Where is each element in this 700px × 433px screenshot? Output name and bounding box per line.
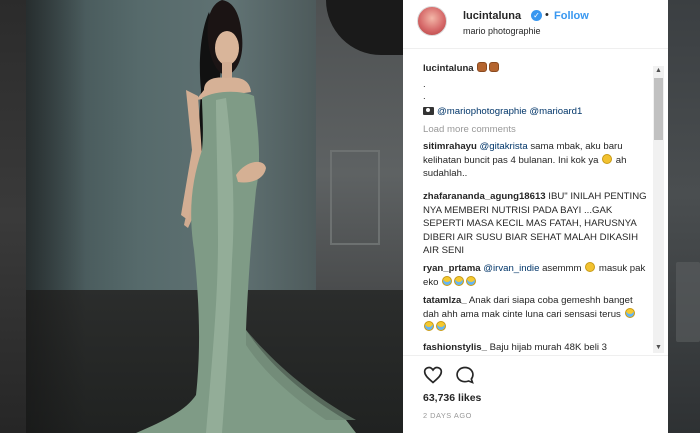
heart-icon[interactable] <box>423 365 443 385</box>
muscle-emoji-icon <box>489 62 500 72</box>
muscle-emoji-icon <box>477 62 488 72</box>
verified-badge-icon: ✓ <box>531 10 542 21</box>
caption-mentions[interactable]: @mariophotographie @marioard1 <box>437 106 582 117</box>
background-right-edge <box>668 0 700 433</box>
comment-text: asemmm <box>539 263 585 274</box>
post-timestamp[interactable]: 2 DAYS AGO <box>423 411 472 420</box>
tears-of-joy-emoji-icon <box>436 321 446 331</box>
tears-of-joy-emoji-icon <box>442 275 453 286</box>
comment-mention[interactable]: @irvan_indie <box>483 263 539 274</box>
grin-emoji-icon <box>585 262 596 272</box>
caption-tags: @mariophotographie @marioard1 <box>423 105 647 119</box>
tears-of-joy-emoji-icon <box>454 275 465 286</box>
follow-button[interactable]: Follow <box>554 10 589 22</box>
post-photo[interactable] <box>26 0 403 433</box>
comment-username[interactable]: tatamlza_ <box>423 295 467 306</box>
caption-dot: . <box>423 91 426 102</box>
comment-text: Baju hijab murah 48K beli 3 <box>486 342 607 353</box>
header-separator: • <box>545 9 549 21</box>
caption-username[interactable]: lucintaluna <box>423 63 474 74</box>
comment-username[interactable]: sitimrahayu <box>423 141 477 152</box>
comments-scrollbar[interactable]: ▲ ▼ <box>653 66 664 353</box>
list-item: tatamlza_ Anak dari siapa coba gemeshh b… <box>423 294 647 335</box>
scroll-down-icon[interactable]: ▼ <box>653 343 664 353</box>
comment-username[interactable]: fashionstylis_ <box>423 342 487 353</box>
comment-mention[interactable]: @gitakrista <box>480 141 528 152</box>
scrollbar-thumb[interactable] <box>654 78 663 140</box>
comment-username[interactable]: zhafarananda_agung18613 <box>423 191 546 202</box>
post-panel: lucintaluna ✓ • Follow mario photographi… <box>403 0 668 433</box>
comment-icon[interactable] <box>455 365 475 385</box>
post-actions: 63,736 likes 2 DAYS AGO <box>403 355 668 433</box>
list-item: sitimrahayu @gitakrista sama mbak, aku b… <box>423 140 647 181</box>
background-left-edge <box>0 0 26 433</box>
background-shade <box>676 262 700 342</box>
camera-icon <box>423 107 434 115</box>
tears-of-joy-emoji-icon <box>466 275 477 286</box>
location-link[interactable]: mario photographie <box>463 26 541 36</box>
avatar[interactable] <box>417 6 447 36</box>
scroll-up-icon[interactable]: ▲ <box>653 66 664 76</box>
grin-emoji-icon <box>602 153 613 164</box>
comment-username[interactable]: ryan_prtama <box>423 263 481 274</box>
list-item: ryan_prtama @irvan_indie asemmm masuk pa… <box>423 262 647 289</box>
list-item: fashionstylis_ Baju hijab murah 48K beli… <box>423 341 647 355</box>
load-more-comments-button[interactable]: Load more comments <box>423 124 516 135</box>
tears-of-joy-emoji-icon <box>424 321 434 331</box>
likes-count[interactable]: 63,736 likes <box>423 392 481 404</box>
comments-list: lucintaluna . . @mariophotographie @mari… <box>403 50 668 355</box>
author-username[interactable]: lucintaluna <box>463 10 521 22</box>
caption: lucintaluna <box>423 62 647 76</box>
photo-figure <box>136 0 356 433</box>
list-item: zhafarananda_agung18613 IBU" INILAH PENT… <box>423 190 647 258</box>
post-header: lucintaluna ✓ • Follow mario photographi… <box>403 0 668 49</box>
tears-of-joy-emoji-icon <box>624 307 635 318</box>
